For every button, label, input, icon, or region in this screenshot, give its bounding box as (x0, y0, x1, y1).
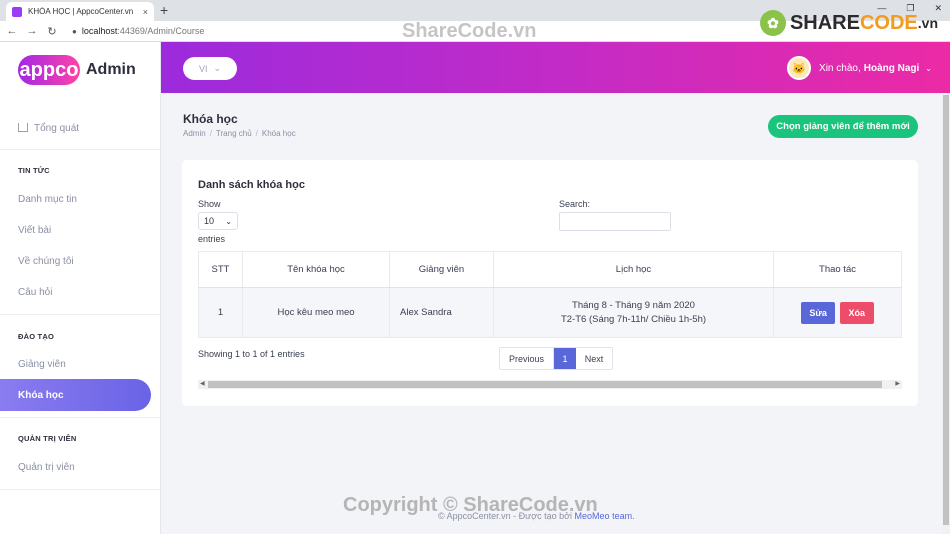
info-icon[interactable]: ● (72, 27, 77, 36)
logo-code: CODE (859, 11, 918, 34)
course-list-card: Danh sách khóa học Show 10 ⌄ entries Sea… (182, 160, 918, 406)
divider (0, 149, 160, 150)
home-icon (18, 123, 28, 132)
cell-stt: 1 (198, 287, 243, 338)
table-info: Showing 1 to 1 of 1 entries (198, 349, 305, 359)
brand-admin-label: Admin (86, 61, 136, 78)
section-news: TIN TỨC (18, 166, 50, 175)
logo-share: SHARE (789, 11, 860, 34)
delete-button[interactable]: Xóa (839, 301, 874, 324)
scroll-right-icon[interactable]: ▶ (895, 380, 900, 387)
scroll-left-icon[interactable]: ◀ (200, 380, 205, 387)
add-course-button[interactable]: Chọn giảng viên để thêm mới (768, 115, 918, 138)
divider (0, 417, 160, 418)
table-row: 1 Học kêu meo meo Alex Sandra Tháng 8 - … (198, 287, 902, 338)
page-1-button[interactable]: 1 (554, 348, 576, 369)
cell-schedule: Tháng 8 - Tháng 9 năm 2020 T2-T6 (Sáng 7… (493, 287, 774, 338)
section-training: ĐÀO TẠO (18, 332, 54, 341)
search-label: Search: (559, 199, 591, 209)
sidebar-item-overview[interactable]: Tổng quát (18, 122, 79, 134)
schedule-line: T2-T6 (Sáng 7h-11h/ Chiều 1h-5h) (560, 314, 707, 325)
breadcrumb-item: Khóa học (261, 129, 296, 138)
chevron-down-icon: ⌄ (225, 216, 232, 226)
close-tab-icon[interactable]: × (143, 7, 148, 17)
url-field[interactable]: ● localhost:44369/Admin/Course (72, 26, 204, 36)
divider (0, 489, 160, 490)
pagination: Previous 1 Next (499, 347, 613, 370)
scrollbar-thumb[interactable] (208, 381, 882, 388)
user-menu[interactable]: 🐱 Xin chào, Hoàng Nagi ⌄ (787, 56, 932, 80)
edit-button[interactable]: Sửa (801, 301, 836, 324)
browser-tab[interactable]: KHÓA HỌC | AppcoCenter.vn × (6, 2, 154, 21)
previous-page-button[interactable]: Previous (500, 348, 554, 369)
section-admin: QUẢN TRỊ VIÊN (18, 434, 77, 443)
column-header-name[interactable]: Tên khóa học (242, 251, 390, 288)
cell-course-name: Học kêu meo meo (242, 287, 390, 338)
chevron-down-icon: ⌄ (213, 63, 222, 73)
page-title: Khóa học (183, 112, 238, 126)
sidebar-item-about[interactable]: Về chúng tôi (18, 256, 74, 267)
schedule-line: Tháng 8 - Tháng 9 năm 2020 (572, 300, 695, 311)
divider (0, 314, 160, 315)
page-size-value: 10 (204, 216, 215, 226)
search-input[interactable] (559, 212, 671, 231)
cell-actions: Sửa Xóa (773, 287, 902, 338)
sharecode-logo: ✿ SHARE CODE .vn (759, 10, 938, 36)
breadcrumb-separator: / (255, 129, 258, 138)
reload-icon[interactable]: ↻ (44, 25, 60, 38)
sidebar-item-teachers[interactable]: Giảng viên (18, 359, 66, 370)
chevron-down-icon: ⌄ (925, 63, 932, 73)
breadcrumb-item[interactable]: Trang chủ (216, 129, 252, 138)
url-path: :44369/Admin/Course (117, 26, 205, 36)
scrollbar-thumb[interactable] (943, 95, 949, 525)
brand[interactable]: appco Admin (18, 55, 136, 85)
sharecode-logo-icon: ✿ (759, 10, 786, 36)
course-table: STT Tên khóa học Giảng viên Lịch học Tha… (198, 251, 902, 338)
sidebar-item-courses[interactable]: Khóa học (0, 379, 151, 411)
breadcrumb: Admin / Trang chủ / Khóa học (183, 129, 296, 138)
greeting: Xin chào, (819, 62, 861, 74)
cell-teacher: Alex Sandra (389, 287, 494, 338)
column-header-stt[interactable]: STT (198, 251, 243, 288)
column-header-actions[interactable]: Thao tác (773, 251, 902, 288)
breadcrumb-item[interactable]: Admin (183, 129, 206, 138)
horizontal-scrollbar[interactable]: ◀ ▶ (198, 380, 902, 389)
watermark-top: ShareCode.vn (402, 20, 537, 42)
user-name: Hoàng Nagi (863, 62, 920, 74)
logo-vn: .vn (917, 15, 938, 31)
url-host: localhost (81, 26, 118, 36)
sidebar-item-categories[interactable]: Danh mục tin (18, 194, 77, 205)
avatar: 🐱 (787, 56, 812, 80)
entries-label: entries (198, 234, 226, 244)
sidebar-item-faq[interactable]: Câu hỏi (18, 287, 52, 298)
new-tab-button[interactable]: + (160, 2, 168, 18)
forward-icon[interactable]: → (24, 25, 40, 37)
sidebar-item-admins[interactable]: Quản trị viên (18, 462, 75, 473)
watermark-bottom: Copyright © ShareCode.vn (343, 494, 598, 516)
show-label: Show (198, 199, 221, 209)
browser-tab-title: KHÓA HỌC | AppcoCenter.vn (28, 7, 134, 16)
back-icon[interactable]: ← (4, 25, 20, 37)
column-header-schedule[interactable]: Lịch học (493, 251, 774, 288)
next-page-button[interactable]: Next (576, 348, 612, 369)
sidebar: appco Admin Tổng quát TIN TỨC Danh mục t… (0, 42, 161, 534)
sidebar-item-label: Tổng quát (34, 123, 80, 134)
brand-logo: appco (18, 55, 80, 85)
language-select[interactable]: VI ⌄ (183, 57, 237, 80)
language-value: VI (198, 63, 208, 74)
sidebar-item-posts[interactable]: Viết bài (18, 225, 51, 236)
card-title: Danh sách khóa học (198, 179, 305, 191)
vertical-scrollbar[interactable] (942, 93, 950, 534)
page-size-select[interactable]: 10 ⌄ (198, 212, 238, 230)
top-header: VI ⌄ 🐱 Xin chào, Hoàng Nagi ⌄ (161, 42, 950, 93)
site-favicon-icon (12, 6, 22, 17)
breadcrumb-separator: / (209, 129, 212, 138)
column-header-teacher[interactable]: Giảng viên (389, 251, 494, 288)
